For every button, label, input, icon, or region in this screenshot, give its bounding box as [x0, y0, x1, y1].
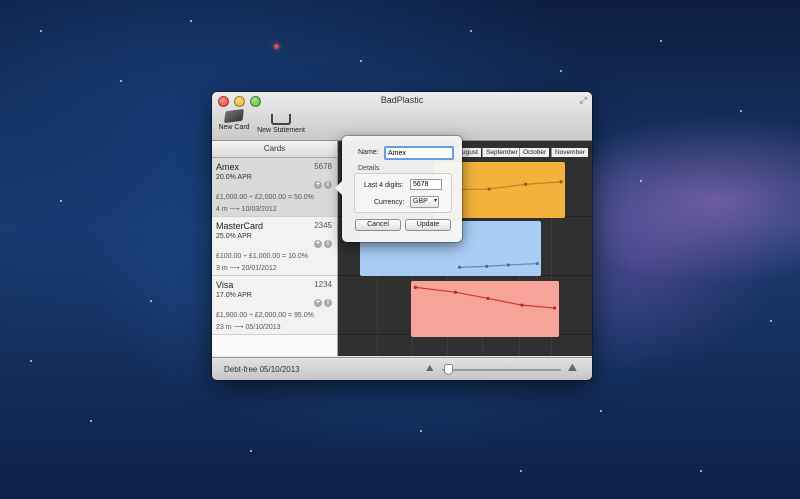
card-actions: + i — [314, 181, 332, 189]
visa-balance-point — [453, 290, 457, 294]
card-name: Visa — [216, 280, 234, 290]
star — [150, 300, 152, 302]
last4-label: Last 4 digits: — [364, 182, 404, 189]
star — [770, 320, 772, 322]
mastercard-balance-point — [457, 265, 462, 269]
star — [360, 60, 362, 62]
card-edit-popover: Name: Details Last 4 digits: Currency: G… — [335, 136, 462, 242]
card-balance: £100.00 ÷ £1,000.00 = 10.0% — [216, 253, 309, 260]
star — [190, 20, 192, 22]
zoom-track[interactable] — [442, 369, 561, 371]
amex-balance-point — [559, 180, 563, 184]
info-icon[interactable]: i — [324, 240, 332, 248]
card-digits: 5678 — [314, 162, 332, 171]
chevron-down-icon: ▾ — [433, 198, 437, 204]
zoom-slider[interactable]: ⛰ ⛰ — [424, 362, 579, 375]
mastercard-balance-point — [485, 264, 489, 268]
info-icon[interactable]: i — [324, 181, 332, 189]
name-input[interactable] — [384, 146, 454, 160]
card-name: MasterCard — [216, 221, 264, 231]
plus-icon[interactable]: + — [314, 299, 322, 307]
credit-card-icon — [223, 108, 245, 124]
cancel-button[interactable]: Cancel — [355, 219, 401, 231]
card-item-mastercard[interactable]: MasterCard 2345 25.0% APR + i £100.00 ÷ … — [212, 217, 337, 276]
plus-icon[interactable]: + — [314, 240, 322, 248]
star — [250, 450, 252, 452]
zoom-knob[interactable] — [444, 364, 454, 375]
debt-free-date: Debt-free 05/10/2013 — [224, 365, 300, 374]
new-card-button[interactable]: New Card — [216, 108, 252, 131]
card-digits: 2345 — [314, 221, 332, 230]
card-item-visa[interactable]: Visa 1234 17.0% APR + i £1,900.00 ÷ £2,0… — [212, 276, 337, 335]
card-balance: £1,900.00 ÷ £2,000.00 = 95.0% — [216, 312, 314, 319]
new-statement-label: New Statement — [257, 127, 305, 134]
cards-sidebar: Cards Amex 5678 20.0% APR + i £1,000.00 … — [212, 141, 338, 356]
card-apr: 25.0% APR — [216, 233, 252, 240]
star — [600, 410, 602, 412]
currency-label: Currency: — [374, 199, 405, 206]
card-digits: 1234 — [314, 280, 332, 289]
card-actions: + i — [314, 240, 332, 248]
inbox-tray-icon — [271, 114, 291, 125]
window-title: BadPlastic — [380, 95, 424, 105]
update-button[interactable]: Update — [405, 219, 451, 231]
card-balance: £1,000.00 ÷ £2,000.00 = 50.0% — [216, 194, 314, 201]
new-statement-button[interactable]: New Statement — [254, 110, 308, 134]
card-name: Amex — [216, 162, 240, 172]
card-item-amex[interactable]: Amex 5678 20.0% APR + i £1,000.00 ÷ £2,0… — [212, 158, 337, 217]
star — [420, 430, 422, 432]
star — [60, 200, 62, 202]
star — [700, 470, 702, 472]
amex-balance-point — [487, 187, 491, 191]
red-star — [274, 44, 279, 49]
mastercard-balance-point — [535, 261, 539, 266]
star — [520, 470, 522, 472]
star — [30, 360, 32, 362]
details-label: Details — [358, 165, 380, 172]
card-term: 23 m ⟶ 05/10/2013 — [216, 324, 281, 331]
visa-balance-point — [520, 303, 524, 307]
plus-icon[interactable]: + — [314, 181, 322, 189]
star — [120, 80, 122, 82]
mastercard-balance-point — [506, 263, 511, 267]
titlebar: BadPlastic ⤢ New Card New Statement — [212, 92, 592, 141]
card-apr: 20.0% APR — [216, 174, 252, 181]
card-actions: + i — [314, 299, 332, 307]
zoom-out-icon[interactable]: ⛰ — [426, 363, 434, 374]
visa-balance-point — [413, 285, 418, 289]
new-card-label: New Card — [218, 124, 250, 131]
card-term: 4 m ⟶ 10/03/2012 — [216, 206, 277, 213]
last4-input[interactable] — [410, 179, 442, 190]
fullscreen-icon[interactable]: ⤢ — [580, 95, 587, 106]
zoom-in-icon[interactable]: ⛰ — [568, 362, 577, 375]
star — [40, 30, 42, 32]
card-apr: 17.0% APR — [216, 292, 252, 299]
visa-balance-point — [552, 306, 557, 310]
currency-select[interactable]: GBP ▾ — [410, 196, 439, 208]
mastercard-balance-line — [459, 262, 538, 268]
card-term: 3 m ⟶ 20/01/2012 — [216, 265, 277, 272]
currency-value: GBP — [413, 198, 428, 205]
visa-balance-line — [415, 286, 555, 309]
visa-balance-point — [486, 296, 490, 301]
star — [740, 110, 742, 112]
amex-balance-point — [524, 182, 528, 186]
star — [560, 70, 562, 72]
cards-header[interactable]: Cards — [212, 141, 337, 158]
info-icon[interactable]: i — [324, 299, 332, 307]
star — [90, 420, 92, 422]
star — [640, 180, 642, 182]
star — [470, 30, 472, 32]
name-label: Name: — [358, 149, 379, 156]
star — [660, 40, 662, 42]
status-bar: Debt-free 05/10/2013 ⛰ ⛰ — [212, 357, 592, 380]
